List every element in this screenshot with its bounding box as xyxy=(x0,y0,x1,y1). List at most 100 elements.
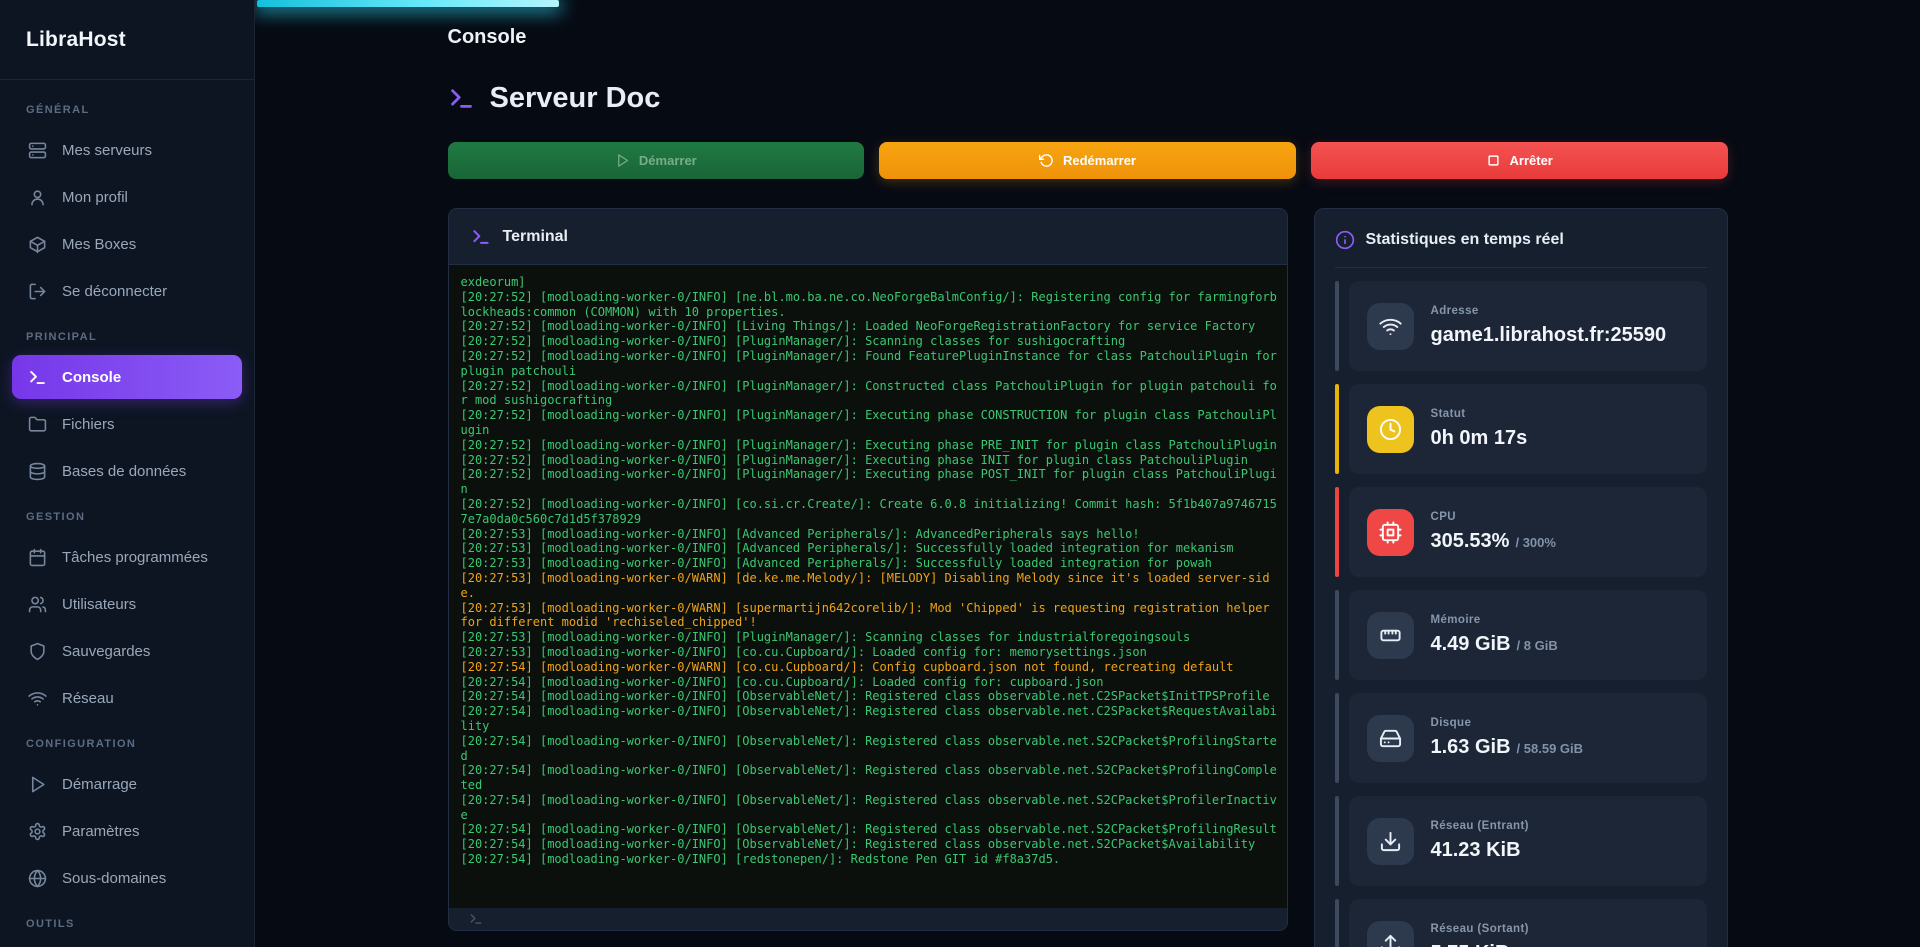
server-title-row: Serveur Doc xyxy=(448,82,1728,115)
upload-icon xyxy=(1367,921,1414,947)
sidebar-section-general: GÉNÉRAL Mes serveurs Mon profil xyxy=(12,104,242,313)
log-line: exdeorum] xyxy=(461,275,1279,290)
stat-card-reseau-entrant: Réseau (Entrant) 41.23 KiB xyxy=(1335,796,1707,886)
log-line: [20:27:52] [modloading-worker-0/INFO] [P… xyxy=(461,438,1279,453)
sidebar-item-utilisateurs[interactable]: Utilisateurs xyxy=(12,582,242,626)
gear-icon xyxy=(28,822,47,841)
logout-icon xyxy=(28,282,47,301)
log-line: [20:27:52] [modloading-worker-0/INFO] [P… xyxy=(461,408,1279,438)
sidebar-item-taches-programmees[interactable]: Tâches programmées xyxy=(12,535,242,579)
wifi-icon xyxy=(1367,303,1414,350)
stop-button[interactable]: Arrêter xyxy=(1311,142,1728,179)
stat-accent-bar xyxy=(1335,796,1339,886)
log-line: [20:27:54] [modloading-worker-0/INFO] [O… xyxy=(461,763,1279,793)
sidebar-item-label: Utilisateurs xyxy=(62,596,136,613)
stat-label: Réseau (Entrant) xyxy=(1431,820,1529,832)
stat-accent-bar xyxy=(1335,590,1339,680)
info-icon xyxy=(1335,230,1355,250)
log-line: [20:27:53] [modloading-worker-0/INFO] [P… xyxy=(461,630,1279,645)
start-button[interactable]: Démarrer xyxy=(448,142,865,179)
section-title: GÉNÉRAL xyxy=(26,104,228,116)
sidebar-item-label: Se déconnecter xyxy=(62,283,167,300)
sidebar-section-gestion: GESTION Tâches programmées Utilisateurs xyxy=(12,511,242,720)
sidebar-item-demarrage[interactable]: Démarrage xyxy=(12,762,242,806)
server-name: Serveur Doc xyxy=(490,82,661,115)
stat-value: 41.23 KiB xyxy=(1431,839,1521,861)
log-line: [20:27:54] [modloading-worker-0/INFO] [r… xyxy=(461,852,1279,867)
section-title: PRINCIPAL xyxy=(26,331,228,343)
stat-value: 5.75 KiB xyxy=(1431,942,1510,947)
stat-value: 305.53% xyxy=(1431,530,1510,552)
sidebar-item-mes-boxes[interactable]: Mes Boxes xyxy=(12,222,242,266)
stat-suffix: / 58.59 GiB xyxy=(1517,741,1583,756)
log-line: [20:27:54] [modloading-worker-0/INFO] [O… xyxy=(461,822,1279,837)
stat-card-statut: Statut 0h 0m 17s xyxy=(1335,384,1707,474)
stat-card-memoire: Mémoire 4.49 GiB / 8 GiB xyxy=(1335,590,1707,680)
log-line: [20:27:52] [modloading-worker-0/INFO] [P… xyxy=(461,379,1279,409)
main-area: Console Serveur Doc Démarrer Redémarrer xyxy=(255,0,1920,947)
terminal-header: Terminal xyxy=(449,209,1287,265)
log-line: [20:27:54] [modloading-worker-0/INFO] [O… xyxy=(461,704,1279,734)
log-line: [20:27:54] [modloading-worker-0/INFO] [O… xyxy=(461,734,1279,764)
stat-suffix: / 300% xyxy=(1515,535,1555,550)
log-line: [20:27:53] [modloading-worker-0/WARN] [d… xyxy=(461,571,1279,601)
log-line: [20:27:54] [modloading-worker-0/INFO] [O… xyxy=(461,793,1279,823)
terminal-title: Terminal xyxy=(503,228,569,246)
sidebar-item-mes-serveurs[interactable]: Mes serveurs xyxy=(12,128,242,172)
stat-suffix: / 8 GiB xyxy=(1517,638,1558,653)
sidebar-item-sauvegardes[interactable]: Sauvegardes xyxy=(12,629,242,673)
log-line: [20:27:53] [modloading-worker-0/WARN] [s… xyxy=(461,601,1279,631)
sidebar-item-sous-domaines[interactable]: Sous-domaines xyxy=(12,856,242,900)
stats-title: Statistiques en temps réel xyxy=(1366,231,1564,249)
stats-panel: Statistiques en temps réel Adresse xyxy=(1314,208,1728,947)
brand-logo: LibraHost xyxy=(0,0,254,80)
user-icon xyxy=(28,188,47,207)
stat-label: CPU xyxy=(1431,511,1556,523)
download-icon xyxy=(1367,818,1414,865)
sidebar-item-label: Sous-domaines xyxy=(62,870,166,887)
sidebar-item-mon-profil[interactable]: Mon profil xyxy=(12,175,242,219)
stat-accent-bar xyxy=(1335,899,1339,947)
sidebar-item-fichiers[interactable]: Fichiers xyxy=(12,402,242,446)
sidebar-item-journal-d-activite[interactable]: Journal d'activité xyxy=(12,942,242,947)
log-line: [20:27:52] [modloading-worker-0/INFO] [c… xyxy=(461,497,1279,527)
terminal-panel: Terminal exdeorum] [20:27:52] [modloadin… xyxy=(448,208,1288,931)
stat-card-disque: Disque 1.63 GiB/ 58.59 GiB xyxy=(1335,693,1707,783)
restart-button[interactable]: Redémarrer xyxy=(879,142,1296,179)
stat-label: Mémoire xyxy=(1431,614,1558,626)
log-line: [20:27:54] [modloading-worker-0/INFO] [O… xyxy=(461,837,1279,852)
folder-icon xyxy=(28,415,47,434)
ram-icon xyxy=(1367,612,1414,659)
database-icon xyxy=(28,462,47,481)
section-title: OUTILS xyxy=(26,918,228,930)
sidebar-item-label: Fichiers xyxy=(62,416,115,433)
sidebar-item-console[interactable]: Console xyxy=(12,355,242,399)
terminal-output[interactable]: exdeorum] [20:27:52] [modloading-worker-… xyxy=(449,265,1287,908)
play-icon xyxy=(615,153,630,168)
users-icon xyxy=(28,595,47,614)
log-line: [20:27:52] [modloading-worker-0/INFO] [P… xyxy=(461,467,1279,497)
stat-value: game1.librahost.fr:25590 xyxy=(1431,324,1667,346)
sidebar-item-reseau[interactable]: Réseau xyxy=(12,676,242,720)
stat-value: 0h 0m 17s xyxy=(1431,427,1528,449)
terminal-icon xyxy=(471,227,491,247)
stat-accent-bar xyxy=(1335,384,1339,474)
sidebar: LibraHost GÉNÉRAL Mes serveurs Mon profi… xyxy=(0,0,255,947)
log-line: [20:27:54] [modloading-worker-0/INFO] [O… xyxy=(461,689,1279,704)
stat-card-cpu: CPU 305.53% / 300% xyxy=(1335,487,1707,577)
stop-icon xyxy=(1486,153,1501,168)
sidebar-item-parametres[interactable]: Paramètres xyxy=(12,809,242,853)
log-line: [20:27:53] [modloading-worker-0/INFO] [c… xyxy=(461,645,1279,660)
sidebar-item-label: Tâches programmées xyxy=(62,549,208,566)
sidebar-item-label: Sauvegardes xyxy=(62,643,150,660)
sidebar-item-label: Démarrage xyxy=(62,776,137,793)
sidebar-item-label: Réseau xyxy=(62,690,114,707)
sidebar-item-se-deconnecter[interactable]: Se déconnecter xyxy=(12,269,242,313)
disk-icon xyxy=(1367,715,1414,762)
sidebar-item-bases-de-donnees[interactable]: Bases de données xyxy=(12,449,242,493)
sidebar-nav: GÉNÉRAL Mes serveurs Mon profil xyxy=(0,80,254,947)
stat-label: Disque xyxy=(1431,717,1584,729)
stat-value: 4.49 GiB xyxy=(1431,633,1511,655)
log-line: [20:27:52] [modloading-worker-0/INFO] [P… xyxy=(461,349,1279,379)
stat-label: Adresse xyxy=(1431,305,1673,317)
